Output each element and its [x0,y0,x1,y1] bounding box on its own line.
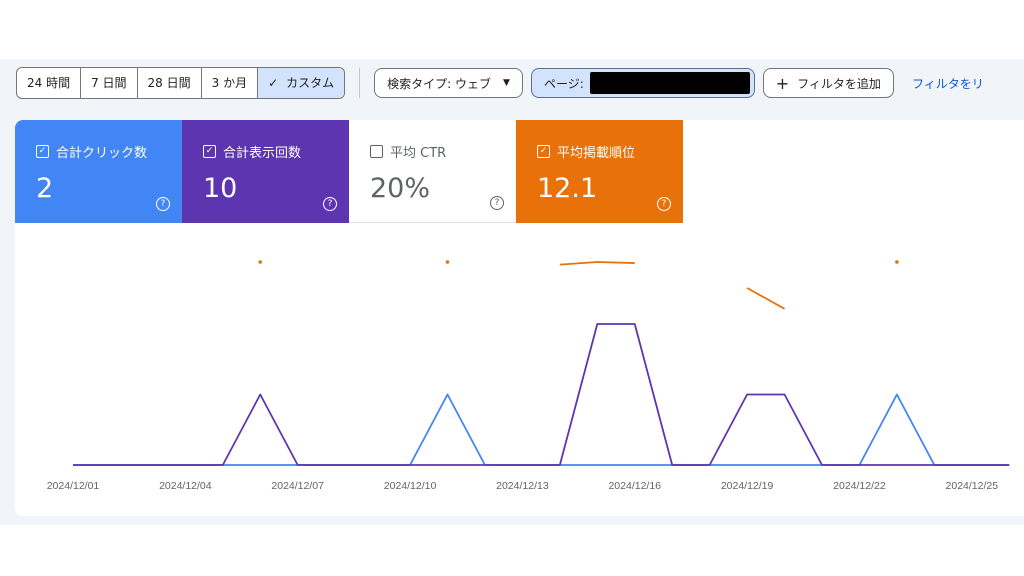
performance-card: ✓ 合計クリック数 2 ? ✓ 合計表示回数 10 ? 平均 CTR 20% ? ✓… [15,120,1024,516]
toolbar: 24 時間 7 日間 28 日間 3 か月 ✓ カスタム 検索タイプ: ウェブ ▼… [16,67,984,99]
x-tick-label: 2024/12/07 [271,480,324,492]
x-tick-label: 2024/12/10 [384,480,437,492]
plus-icon: + [775,73,790,93]
search-type-dropdown[interactable]: 検索タイプ: ウェブ ▼ [374,68,523,98]
x-tick-label: 2024/12/19 [721,480,774,492]
x-tick-label: 2024/12/04 [159,480,212,492]
range-custom-label: カスタム [286,76,335,90]
x-tick-label: 2024/12/01 [47,480,100,492]
impressions-line [73,323,1010,466]
page-filter-chip[interactable]: ページ: [530,68,755,98]
performance-chart: 2024/12/01 2024/12/04 2024/12/07 2024/12/10… [47,260,1010,492]
add-filter-button[interactable]: + フィルタを追加 [762,68,894,98]
x-tick-label: 2024/12/13 [496,480,549,492]
check-icon: ✓ [268,76,279,90]
position-line [746,287,785,310]
redacted-page-url [589,72,750,94]
range-custom-button[interactable]: ✓ カスタム [258,68,345,98]
range-28d-button[interactable]: 28 日間 [138,68,202,98]
position-point [895,260,899,264]
toolbar-divider [359,68,361,98]
search-type-label: 検索タイプ: ウェブ [387,76,492,91]
page-filter-label: ページ: [543,76,584,91]
clicks-line [73,393,1010,466]
add-filter-label: フィルタを追加 [797,76,881,91]
range-3m-button[interactable]: 3 か月 [202,68,259,98]
x-tick-label: 2024/12/22 [833,480,886,492]
range-7d-button[interactable]: 7 日間 [81,68,138,98]
dropdown-arrow-icon: ▼ [503,78,510,88]
reset-filters-link[interactable]: フィルタをリ [912,75,984,92]
range-24h-button[interactable]: 24 時間 [17,68,82,98]
position-point [258,260,263,264]
position-line [559,261,635,266]
x-tick-label: 2024/12/16 [608,480,661,492]
x-tick-label: 2024/12/25 [946,480,999,492]
position-point [445,260,450,264]
date-range-selector: 24 時間 7 日間 28 日間 3 か月 ✓ カスタム [16,67,346,99]
